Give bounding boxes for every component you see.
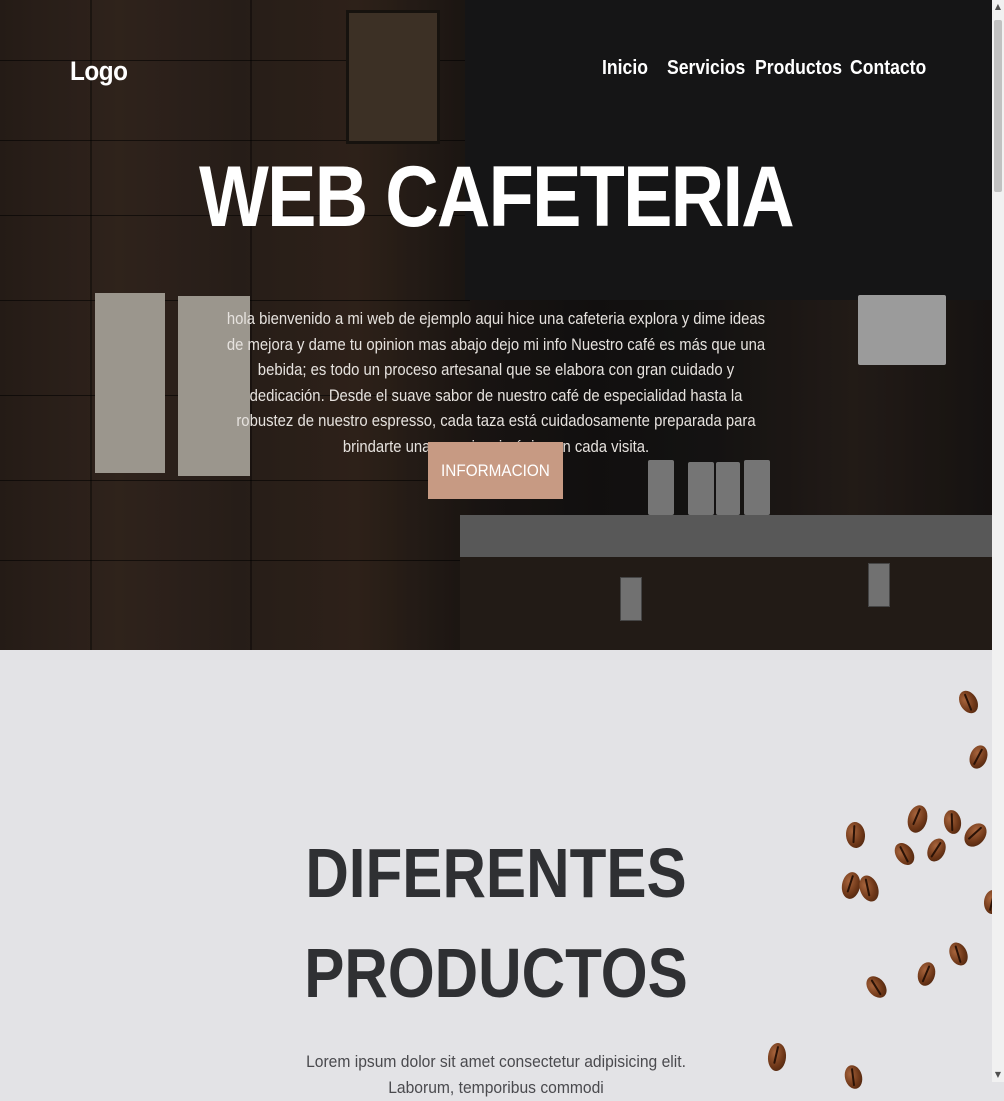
nav-link-servicios[interactable]: Servicios [667, 57, 745, 80]
coffee-bean-image [959, 818, 992, 852]
coffee-bean-image [923, 835, 950, 865]
coffee-bean-image [955, 687, 982, 717]
products-title-line1: DIFERENTES [305, 834, 687, 912]
products-title-line2: PRODUCTOS [304, 934, 688, 1012]
coffee-bean-image [766, 1042, 788, 1072]
products-title: DIFERENTES PRODUCTOS [69, 823, 922, 1023]
scroll-down-arrow-icon[interactable]: ▼ [992, 1068, 1004, 1082]
coffee-bean-image [945, 939, 972, 969]
site-logo[interactable]: Logo [70, 56, 128, 87]
coffee-bean-image [842, 1063, 865, 1091]
nav-link-productos[interactable]: Productos [755, 57, 842, 80]
coffee-bean-image [966, 742, 991, 772]
nav-link-inicio[interactable]: Inicio [602, 57, 659, 80]
hero-title: WEB CAFETERIA [199, 149, 795, 245]
hero-section: Logo Inicio Servicios Productos Contacto… [0, 0, 992, 650]
products-section: DIFERENTES PRODUCTOS Lorem ipsum dolor s… [0, 650, 1003, 1097]
coffee-bean-image [942, 808, 963, 836]
informacion-button-label: INFORMACION [441, 460, 550, 480]
main-nav: Inicio Servicios Productos Contacto [602, 57, 937, 80]
scroll-up-arrow-icon[interactable]: ▲ [992, 0, 1004, 14]
hero-description: hola bienvenido a mi web de ejemplo aqui… [226, 310, 766, 456]
nav-link-contacto[interactable]: Contacto [850, 57, 926, 80]
vertical-scrollbar[interactable]: ▲ ▼ [992, 0, 1004, 1082]
products-description: Lorem ipsum dolor sit amet consectetur a… [306, 1052, 686, 1097]
scrollbar-thumb[interactable] [994, 20, 1002, 192]
informacion-button[interactable]: INFORMACION [428, 442, 563, 499]
